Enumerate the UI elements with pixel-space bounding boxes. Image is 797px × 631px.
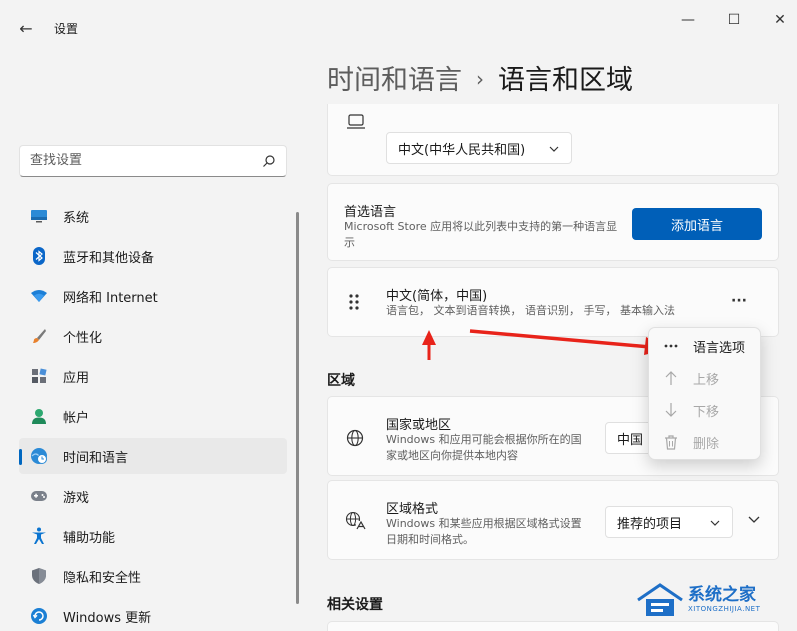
annotation-arrowhead-up [422,330,436,345]
language-context-menu: 语言选项 上移 下移 删除 [648,327,761,460]
arrow-down-icon [663,402,679,418]
annotation-arrow-right [469,329,651,349]
more-icon [663,344,679,348]
watermark-subtitle: XITONGZHIJIA.NET [688,605,761,613]
menu-item-move-down[interactable]: 下移 [649,395,760,425]
trash-icon [663,434,679,450]
menu-item-language-options[interactable]: 语言选项 [649,331,760,361]
menu-item-label: 上移 [693,372,720,388]
menu-item-move-up[interactable]: 上移 [649,363,760,393]
watermark-title: 系统之家 [688,585,756,605]
annotation-arrows [422,329,670,360]
menu-item-label: 语言选项 [693,340,746,356]
menu-item-label: 删除 [693,436,720,452]
menu-item-remove[interactable]: 删除 [649,427,760,457]
watermark-logo-icon [637,583,683,616]
watermark: 系统之家 XITONGZHIJIA.NET [636,580,788,620]
arrow-up-icon [663,370,679,386]
menu-item-label: 下移 [693,404,720,420]
